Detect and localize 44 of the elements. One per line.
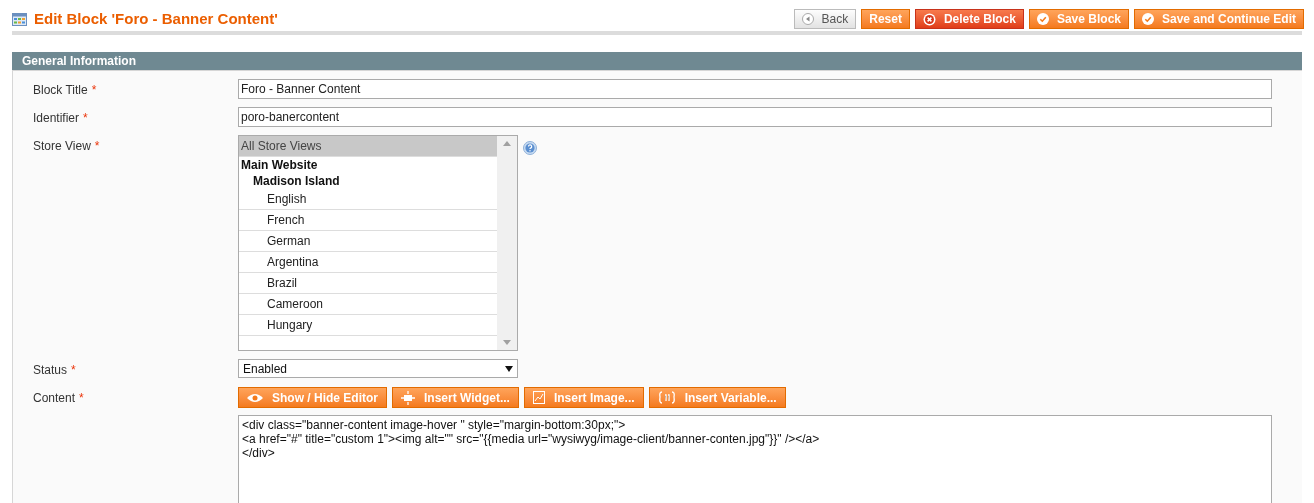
- scroll-down-icon[interactable]: [503, 340, 511, 345]
- list-option[interactable]: Argentina: [239, 252, 497, 273]
- list-option[interactable]: Cameroon: [239, 294, 497, 315]
- list-option[interactable]: Brazil: [239, 273, 497, 294]
- text-field[interactable]: Foro - Banner Content: [238, 79, 1272, 99]
- scrollbar[interactable]: [497, 136, 517, 350]
- required-mark: *: [71, 362, 76, 379]
- section-header: General Information: [12, 52, 1302, 71]
- required-mark: *: [94, 138, 100, 155]
- store-view-list[interactable]: All Store Views Main Website Madison Island English French German Argentina Brazil Cameroon Hungary: [238, 135, 518, 351]
- required-mark: *: [91, 82, 97, 99]
- dropdown-arrow-icon: [505, 365, 513, 372]
- content-textarea[interactable]: <div class="banner-content image-hover " style="margin-bottom:30px;"> <a href="#" title="custom 1"><img alt="" src="{{media url="wysiwyg/image-client/banner-conten.jpg"}}" /></a> </div>: [238, 415, 1272, 503]
- list-option[interactable]: German: [239, 231, 497, 252]
- code-line: <div class="banner-content image-hover " style="margin-bottom:30px;">: [242, 418, 627, 432]
- page-title: Edit Block 'Foro - Banner Content': [34, 8, 278, 29]
- image-icon: [532, 391, 545, 404]
- group-label: Main Website: [240, 157, 319, 173]
- list-option[interactable]: Hungary: [239, 315, 497, 336]
- field-label: Status: [33, 362, 68, 379]
- field-label: Identifier: [33, 110, 80, 127]
- list-option[interactable]: French: [239, 210, 497, 231]
- check-icon: [1036, 13, 1049, 25]
- close-icon: [922, 12, 936, 26]
- required-mark: *: [79, 390, 84, 407]
- help-icon[interactable]: [523, 141, 537, 155]
- check-icon: [1142, 13, 1154, 25]
- back-button[interactable]: Back: [793, 9, 857, 29]
- field-label: Content: [33, 390, 76, 407]
- field-label: Store View: [33, 138, 91, 155]
- text-field[interactable]: poro-banercontent: [238, 107, 1272, 127]
- code-line: <a href="#" title="custom 1"><img alt="" src="{{media url="wysiwyg/image-client/banner-conten.jpg"}}" /></a>: [242, 432, 821, 446]
- scroll-up-icon[interactable]: [503, 141, 511, 146]
- eye-icon: [247, 392, 263, 403]
- braces-icon: [657, 391, 676, 404]
- group-label: Madison Island: [252, 173, 341, 189]
- field-label: Block Title: [33, 82, 88, 99]
- status-dropdown[interactable]: Enabled: [238, 359, 518, 378]
- list-option[interactable]: English: [239, 189, 497, 210]
- list-option[interactable]: All Store Views: [239, 136, 497, 157]
- code-line: </div>: [242, 446, 276, 460]
- grid-icon: [12, 12, 27, 26]
- required-mark: *: [83, 110, 88, 127]
- widget-icon: [401, 390, 415, 405]
